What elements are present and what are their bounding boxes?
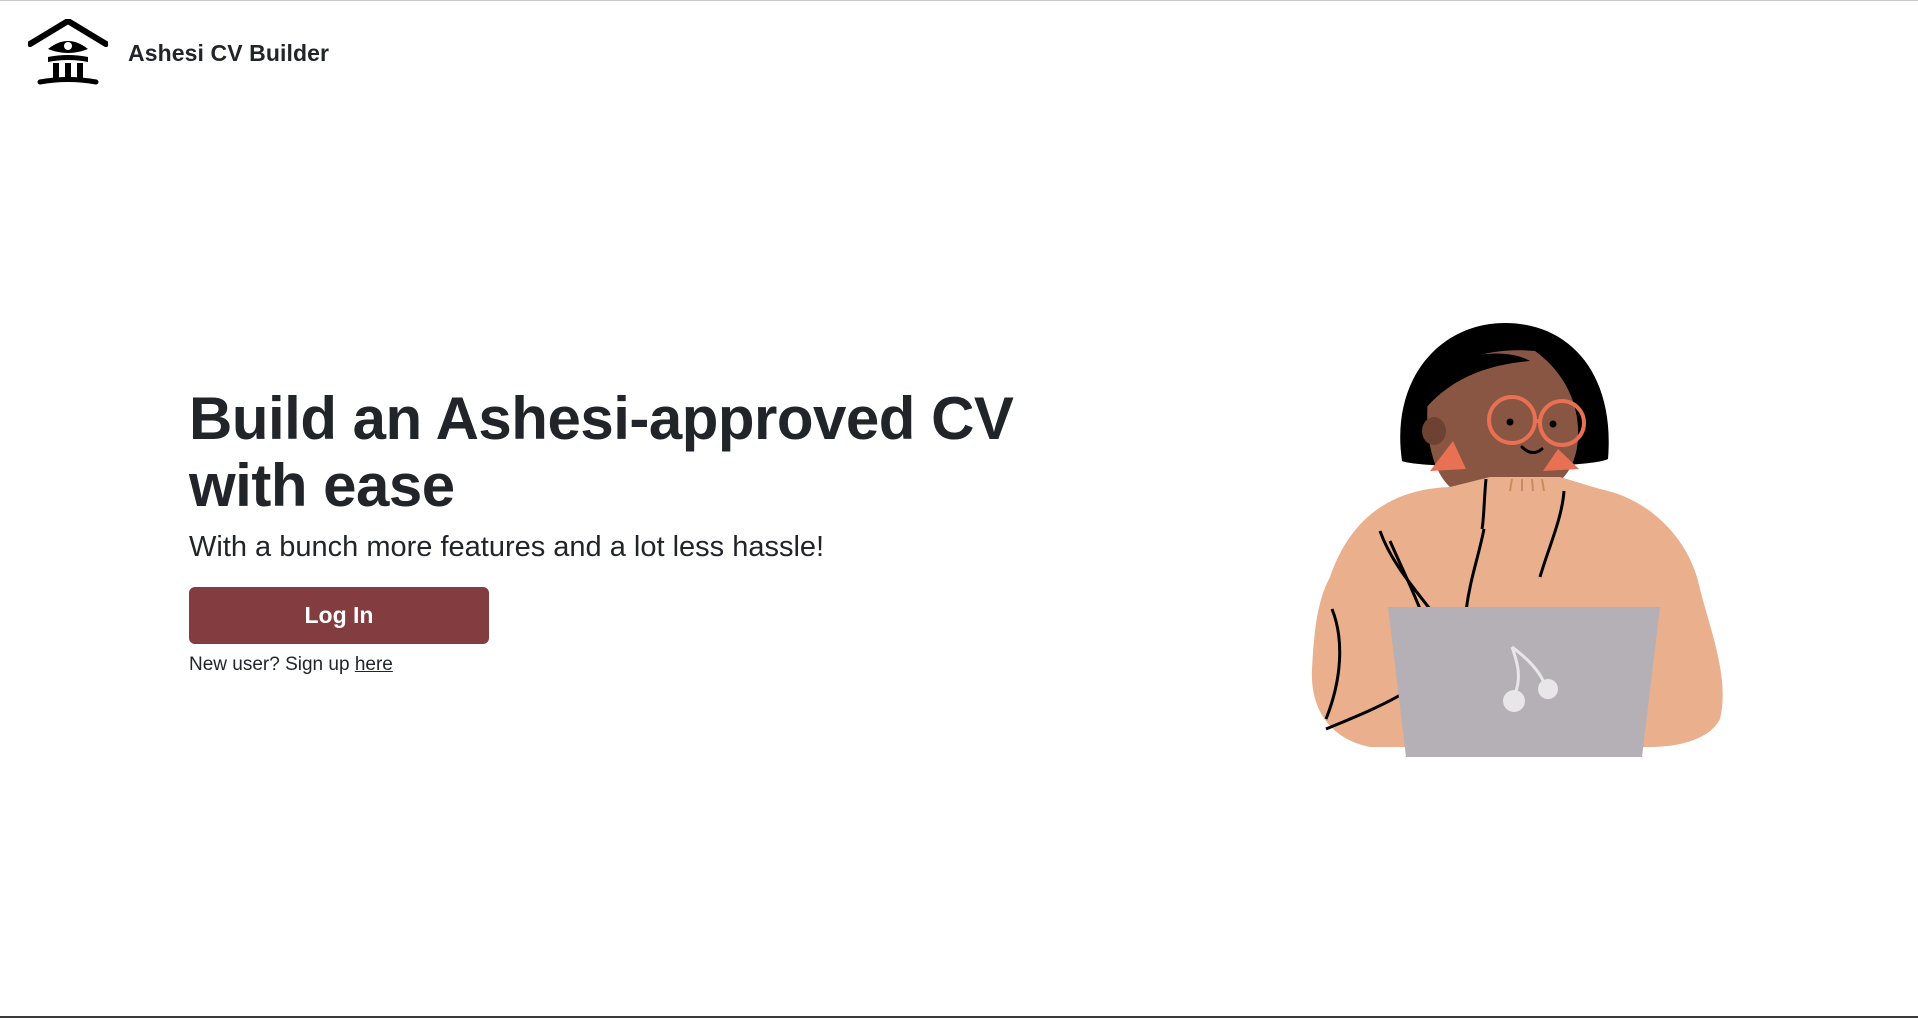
hero-title: Build an Ashesi-approved CV with ease	[189, 385, 1109, 519]
hero-subtitle: With a bunch more features and a lot les…	[189, 531, 825, 563]
woman-laptop-illustration-icon	[1311, 323, 1723, 757]
signup-prompt-text: New user? Sign up	[189, 654, 355, 675]
brand-name[interactable]: Ashesi CV Builder	[128, 40, 329, 67]
signup-prompt: New user? Sign up here	[189, 654, 1109, 676]
top-navbar: Ashesi CV Builder	[28, 19, 329, 87]
hero-section: Build an Ashesi-approved CV with ease Wi…	[189, 385, 1109, 676]
hero-title-line2: with ease	[189, 452, 455, 519]
ashesi-logo-icon[interactable]	[28, 19, 108, 87]
hero-title-line1: Build an Ashesi-approved CV	[189, 385, 1014, 452]
login-button[interactable]: Log In	[189, 587, 489, 644]
signup-link[interactable]: here	[355, 654, 393, 675]
